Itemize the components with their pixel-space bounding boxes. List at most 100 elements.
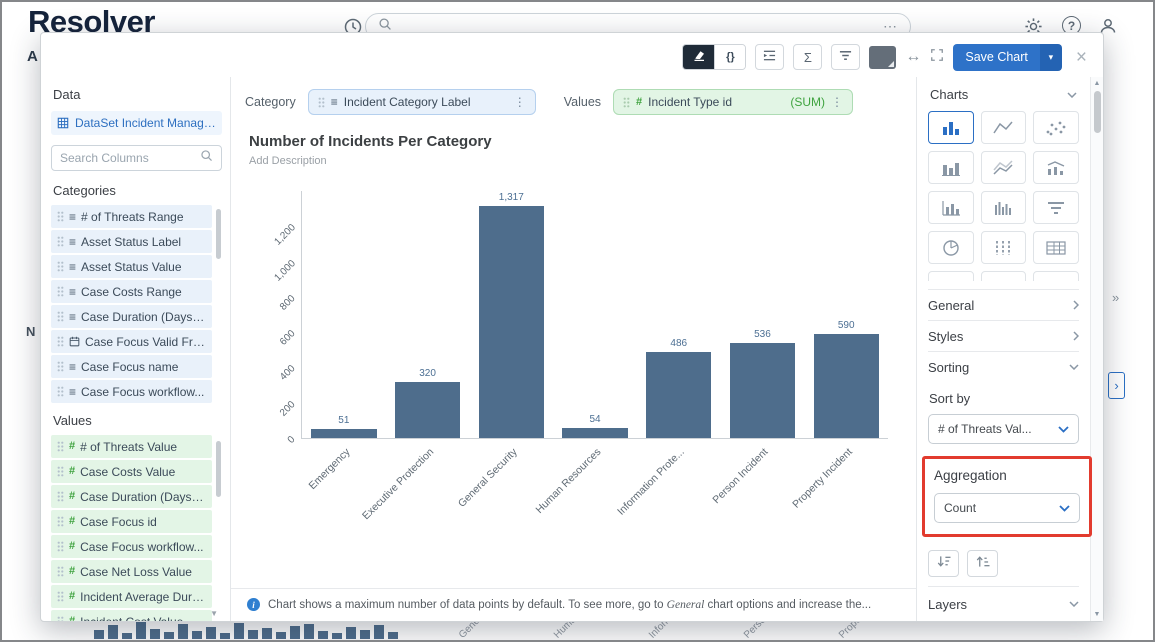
value-item[interactable]: ## of Threats Value — [51, 435, 212, 458]
y-axis-tick-label: 0 — [286, 434, 298, 446]
chart-type-multiline[interactable] — [981, 151, 1027, 184]
chart-type-dense-bars[interactable] — [981, 191, 1027, 224]
sidebar-scroll-down-icon[interactable]: ▼ — [210, 609, 218, 618]
bar-value-label: 54 — [589, 414, 600, 425]
chart-type-scatter[interactable] — [1033, 111, 1079, 144]
chart-type-extra2[interactable] — [981, 271, 1027, 281]
value-item[interactable]: #Incident Cost Value — [51, 610, 212, 621]
chart-type-pie[interactable] — [928, 231, 974, 264]
chart-description-placeholder[interactable]: Add Description — [249, 155, 898, 167]
braces-mode-button[interactable]: {} — [714, 45, 745, 69]
hash-icon: # — [69, 491, 75, 502]
chart-type-line[interactable] — [981, 111, 1027, 144]
value-item-label: # of Threats Value — [80, 440, 206, 454]
bar[interactable] — [646, 352, 711, 438]
chart-type-combo[interactable] — [1033, 151, 1079, 184]
section-general[interactable]: General — [928, 289, 1079, 320]
sort-descending-button[interactable] — [928, 550, 959, 577]
background-bar — [122, 633, 132, 639]
category-item-label: # of Threats Range — [81, 210, 206, 224]
label-mode-button[interactable] — [683, 45, 714, 69]
aggregation-select[interactable]: Count — [934, 493, 1080, 523]
chart-type-boxplot[interactable] — [981, 231, 1027, 264]
category-item[interactable]: ≡Asset Status Value — [51, 255, 212, 278]
bar[interactable] — [730, 343, 795, 438]
close-modal-button[interactable]: × — [1076, 48, 1087, 67]
background-bar — [108, 625, 118, 639]
bar[interactable] — [479, 206, 544, 438]
category-item[interactable]: ≡Asset Status Label — [51, 230, 212, 253]
value-item[interactable]: #Case Net Loss Value — [51, 560, 212, 583]
drag-handle-icon[interactable] — [623, 97, 630, 108]
save-chart-dropdown[interactable]: ▾ — [1040, 44, 1062, 71]
sort-by-select[interactable]: # of Threats Val... — [928, 414, 1079, 444]
scrollbar-thumb[interactable] — [1094, 91, 1101, 133]
category-item[interactable]: ≡Case Duration (Days) ... — [51, 305, 212, 328]
drag-handle-icon[interactable] — [318, 97, 325, 108]
chart-type-column[interactable] — [928, 151, 974, 184]
bar[interactable] — [562, 428, 627, 438]
background-page-fragment: A — [27, 48, 38, 65]
hash-icon: # — [69, 566, 75, 577]
y-axis-tick-label: 600 — [278, 328, 298, 348]
bar-value-label: 320 — [419, 368, 436, 379]
chart-bar-slot: 590Property Incident — [804, 191, 888, 438]
value-item[interactable]: #Case Costs Value — [51, 460, 212, 483]
value-item-label: Case Focus id — [80, 515, 206, 529]
section-styles[interactable]: Styles — [928, 320, 1079, 351]
kebab-menu-icon[interactable]: ⋮ — [831, 95, 843, 109]
category-item[interactable]: ≡Case Costs Range — [51, 280, 212, 303]
sort-ascending-button[interactable] — [967, 550, 998, 577]
kebab-menu-icon[interactable]: ⋮ — [514, 95, 526, 109]
filter-button[interactable] — [831, 44, 860, 70]
category-item-label: Asset Status Value — [81, 260, 206, 274]
values-pill[interactable]: # Incident Type id (SUM) ⋮ — [613, 89, 853, 115]
chart-toolbar: {} Σ ↔ Save Chart ▾ × — [41, 33, 1103, 75]
hash-icon: # — [69, 466, 75, 477]
chart-title[interactable]: Number of Incidents Per Category — [249, 133, 898, 150]
bar[interactable] — [814, 334, 879, 438]
chart-type-funnel[interactable] — [1033, 191, 1079, 224]
bar[interactable] — [395, 382, 460, 438]
category-pill[interactable]: ≡ Incident Category Label ⋮ — [308, 89, 536, 115]
category-item[interactable]: ≡Case Focus workflow... — [51, 380, 212, 403]
chart-type-pareto[interactable] — [928, 191, 974, 224]
charts-section-header[interactable]: Charts — [928, 85, 1079, 111]
panel-expander-chevron[interactable]: › — [1108, 372, 1125, 399]
modal-scrollbar[interactable]: ▲ ▼ — [1090, 77, 1103, 621]
category-item[interactable]: Case Focus Valid From — [51, 330, 212, 353]
value-item[interactable]: #Incident Average Dura... — [51, 585, 212, 608]
value-item[interactable]: #Case Focus workflow... — [51, 535, 212, 558]
section-layers[interactable]: Layers — [928, 586, 1079, 621]
chart-type-extra1[interactable] — [928, 271, 974, 281]
indent-button[interactable] — [755, 44, 784, 70]
scrollbar-thumb[interactable] — [216, 441, 221, 497]
sigma-button[interactable]: Σ — [793, 44, 822, 70]
column-search[interactable] — [51, 145, 222, 171]
scrollbar-thumb[interactable] — [216, 209, 221, 259]
section-sorting[interactable]: Sorting — [928, 351, 1079, 382]
dataset-item[interactable]: DataSet Incident Managem... — [51, 111, 222, 135]
value-item[interactable]: #Case Duration (Days) ... — [51, 485, 212, 508]
chart-type-table[interactable] — [1033, 231, 1079, 264]
category-field-label: Category — [245, 95, 296, 109]
fit-width-button[interactable]: ↔ — [905, 48, 921, 66]
bar-chart: 51Emergency320Executive Protection1,317G… — [247, 173, 894, 582]
category-item[interactable]: ≡# of Threats Range — [51, 205, 212, 228]
color-swatch-button[interactable] — [869, 46, 896, 69]
search-columns-input[interactable] — [60, 151, 194, 165]
chart-type-extra3[interactable] — [1033, 271, 1079, 281]
save-chart-button[interactable]: Save Chart — [953, 44, 1040, 71]
x-axis-label: Person Incident — [711, 446, 771, 506]
option-sections: General Styles Sorting — [928, 289, 1079, 382]
background-bar — [206, 627, 216, 639]
extra2-chart-icon — [991, 279, 1015, 282]
sort-amount-down-icon — [936, 555, 952, 573]
value-item[interactable]: #Case Focus id — [51, 510, 212, 533]
fullscreen-button[interactable] — [930, 48, 944, 67]
category-item[interactable]: ≡Case Focus name — [51, 355, 212, 378]
bar[interactable] — [311, 429, 376, 438]
scroll-down-icon[interactable]: ▼ — [1091, 611, 1103, 618]
chart-type-bar[interactable] — [928, 111, 974, 144]
scroll-up-icon[interactable]: ▲ — [1091, 80, 1103, 87]
